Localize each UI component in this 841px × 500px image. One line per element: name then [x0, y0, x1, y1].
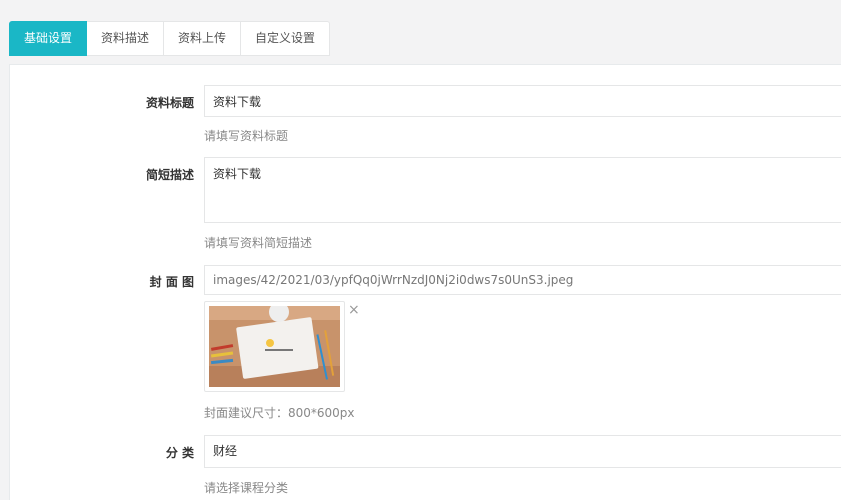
category-help: 请选择课程分类 [204, 481, 289, 495]
cover-image [209, 302, 340, 387]
category-label: 分 类 [165, 446, 194, 460]
tab-upload[interactable]: 资料上传 [164, 21, 242, 56]
summary-textarea[interactable]: 资料下载 [204, 157, 841, 223]
title-label: 资料标题 [145, 96, 194, 110]
title-help: 请填写资料标题 [204, 129, 289, 143]
summary-label: 简短描述 [145, 168, 194, 182]
tab-basic-settings[interactable]: 基础设置 [9, 21, 88, 56]
cover-label: 封 面 图 [149, 275, 194, 289]
tab-description[interactable]: 资料描述 [87, 21, 165, 56]
remove-image-icon[interactable]: × [348, 302, 360, 318]
summary-help: 请填写资料简短描述 [204, 236, 313, 250]
tab-custom-settings[interactable]: 自定义设置 [241, 21, 331, 56]
cover-path-input[interactable] [204, 265, 841, 295]
title-input[interactable] [204, 85, 841, 117]
category-select[interactable]: 财经 [204, 435, 841, 468]
cover-help: 封面建议尺寸：800*600px [204, 406, 355, 420]
tab-bar: 基础设置 资料描述 资料上传 自定义设置 [9, 21, 331, 56]
form-panel: 资料标题 请填写资料标题 简短描述 资料下载 请填写资料简短描述 封 面 图 ×… [9, 64, 841, 500]
cover-thumbnail[interactable] [204, 301, 345, 392]
